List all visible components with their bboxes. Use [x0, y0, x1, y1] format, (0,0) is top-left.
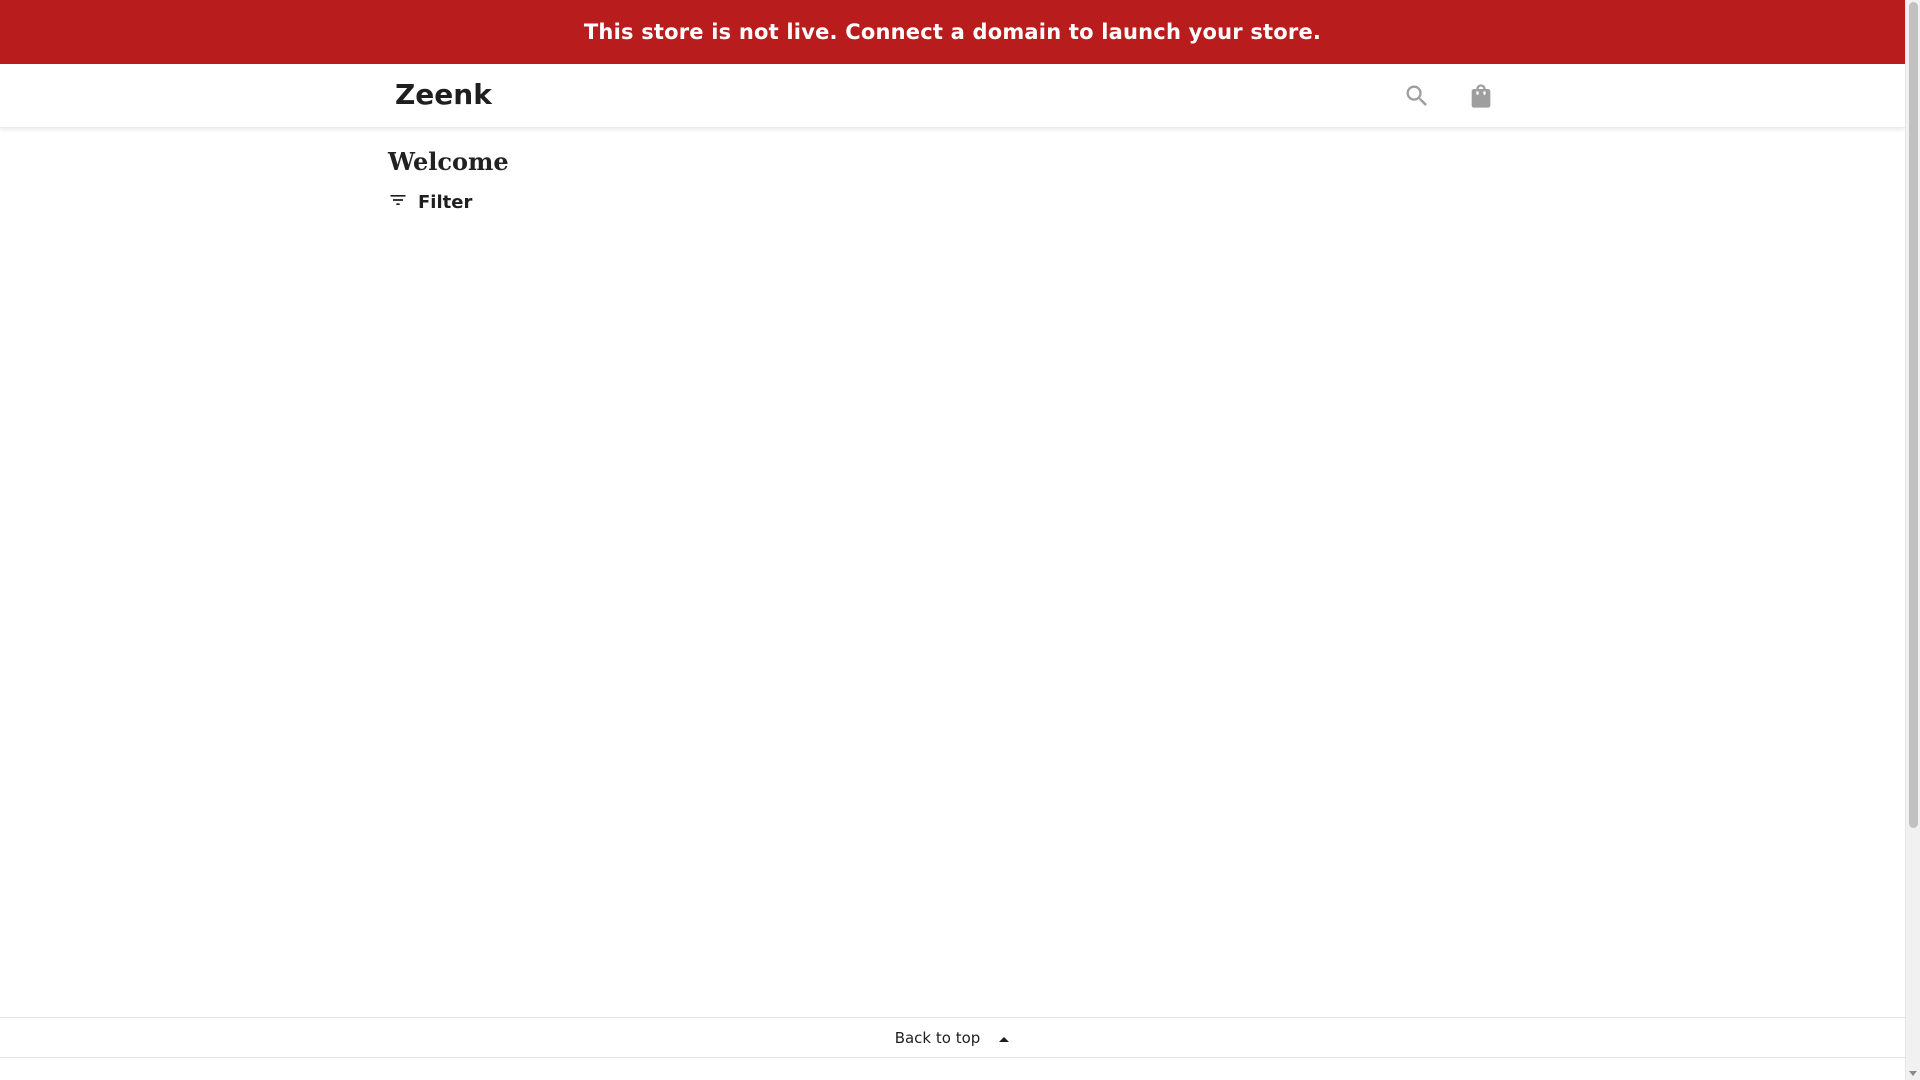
back-to-top-label: Back to top — [894, 1028, 981, 1047]
back-to-top-button[interactable]: Back to top — [895, 1029, 1011, 1047]
store-brand-link[interactable]: Zeenk — [395, 78, 492, 111]
page-title: Welcome — [388, 147, 509, 176]
filter-label: Filter — [418, 191, 473, 213]
site-header: Zeenk — [0, 64, 1905, 128]
shopping-bag-icon — [1467, 82, 1495, 110]
filter-button[interactable]: Filter — [388, 188, 472, 216]
store-not-live-banner: This store is not live. Connect a domain… — [0, 0, 1905, 64]
cart-button[interactable] — [1465, 80, 1497, 112]
browser-viewport: This store is not live. Connect a domain… — [0, 0, 1920, 1080]
search-button[interactable] — [1401, 80, 1433, 112]
back-to-top-bar: Back to top — [0, 1017, 1905, 1058]
store-page: This store is not live. Connect a domain… — [0, 0, 1905, 1080]
scrollbar-thumb[interactable] — [1909, 2, 1918, 828]
vertical-scrollbar[interactable] — [1905, 0, 1920, 1080]
banner-text: This store is not live. Connect a domain… — [583, 20, 1322, 44]
search-icon — [1403, 82, 1431, 110]
filter-icon — [388, 190, 408, 214]
collection-content: Welcome Filter — [388, 140, 1528, 216]
caret-up-icon — [998, 1029, 1010, 1047]
scroll-down-arrow-icon[interactable] — [1909, 1071, 1917, 1076]
